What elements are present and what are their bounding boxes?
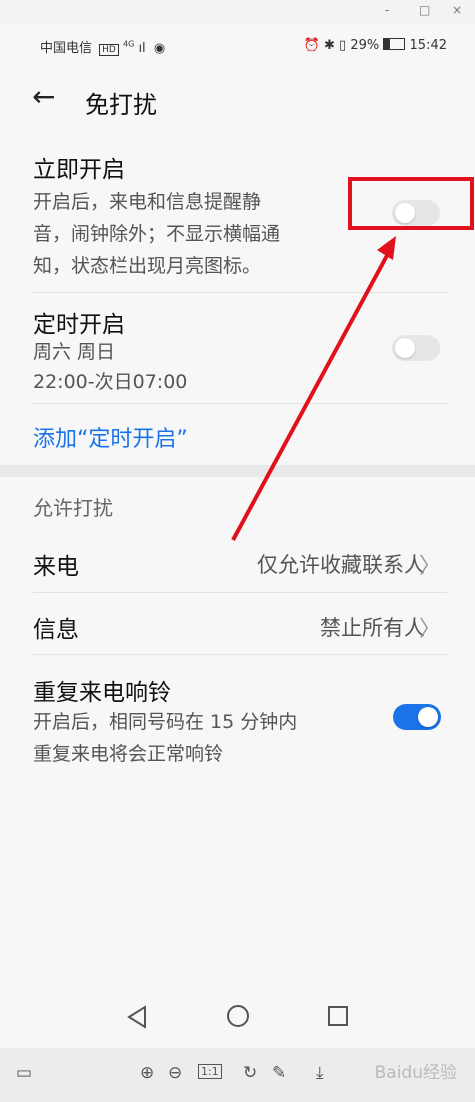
nav-recents-icon[interactable] — [327, 1005, 349, 1027]
viewer-toolbar: ▭ ⊕ ⊖ 1:1 ↻ ✎ ⤓ Baidu经验 — [0, 1048, 475, 1102]
annotation-arrow-line — [231, 249, 392, 541]
nav-back-icon[interactable] — [126, 1005, 148, 1029]
watermark-logo: Baidu经验 — [374, 1063, 457, 1083]
panel-icon[interactable]: ▭ — [16, 1063, 32, 1083]
download-icon[interactable]: ⤓ — [316, 1063, 324, 1083]
rotate-icon[interactable]: ↻ — [243, 1063, 257, 1083]
edit-icon[interactable]: ✎ — [272, 1063, 286, 1083]
nav-home-icon[interactable] — [226, 1004, 250, 1028]
zoom-out-icon[interactable]: ⊖ — [168, 1063, 182, 1083]
zoom-in-icon[interactable]: ⊕ — [140, 1063, 154, 1083]
system-nav-bar — [0, 1000, 475, 1040]
annotation-arrow — [231, 236, 396, 541]
actual-size-button[interactable]: 1:1 — [198, 1064, 222, 1079]
